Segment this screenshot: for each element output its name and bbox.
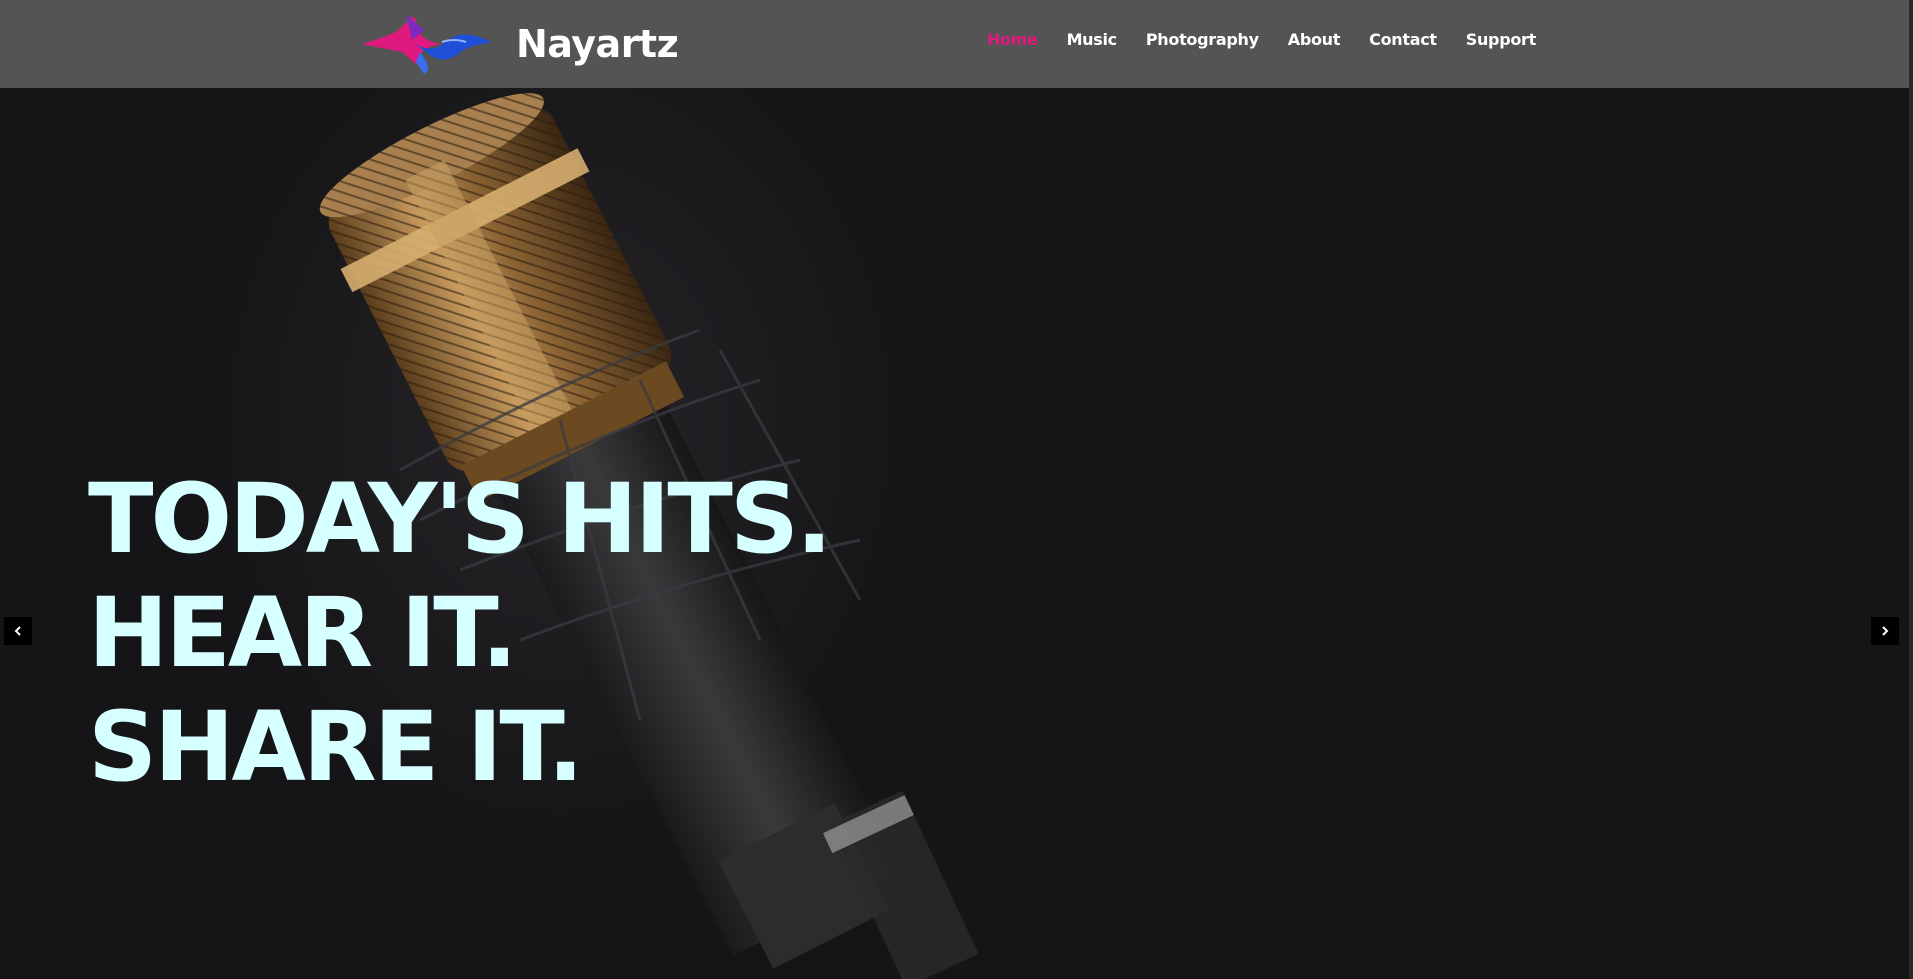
slider-next-button[interactable] <box>1871 617 1899 645</box>
nav-about[interactable]: About <box>1288 30 1341 49</box>
hero-headline: TODAY'S HITS. HEAR IT. SHARE IT. <box>88 462 833 804</box>
slider-prev-button[interactable] <box>4 617 32 645</box>
brand-name[interactable]: Nayartz <box>516 18 679 70</box>
site-header: Nayartz Home Music Photography About Con… <box>0 0 1913 88</box>
nav-contact[interactable]: Contact <box>1369 30 1437 49</box>
scrollbar[interactable] <box>1909 0 1913 979</box>
chevron-right-icon <box>1882 626 1889 636</box>
headline-line-2: HEAR IT. <box>88 577 518 689</box>
headline-line-3: SHARE IT. <box>88 691 584 803</box>
nav-support[interactable]: Support <box>1466 30 1537 49</box>
nav-music[interactable]: Music <box>1067 30 1118 49</box>
chevron-left-icon <box>14 626 21 636</box>
main-nav: Home Music Photography About Contact Sup… <box>987 30 1536 49</box>
page: Nayartz Home Music Photography About Con… <box>0 0 1913 979</box>
headline-line-1: TODAY'S HITS. <box>88 463 833 575</box>
wave-logo-icon[interactable] <box>362 12 492 74</box>
nav-photography[interactable]: Photography <box>1146 30 1259 49</box>
nav-home[interactable]: Home <box>987 30 1038 49</box>
